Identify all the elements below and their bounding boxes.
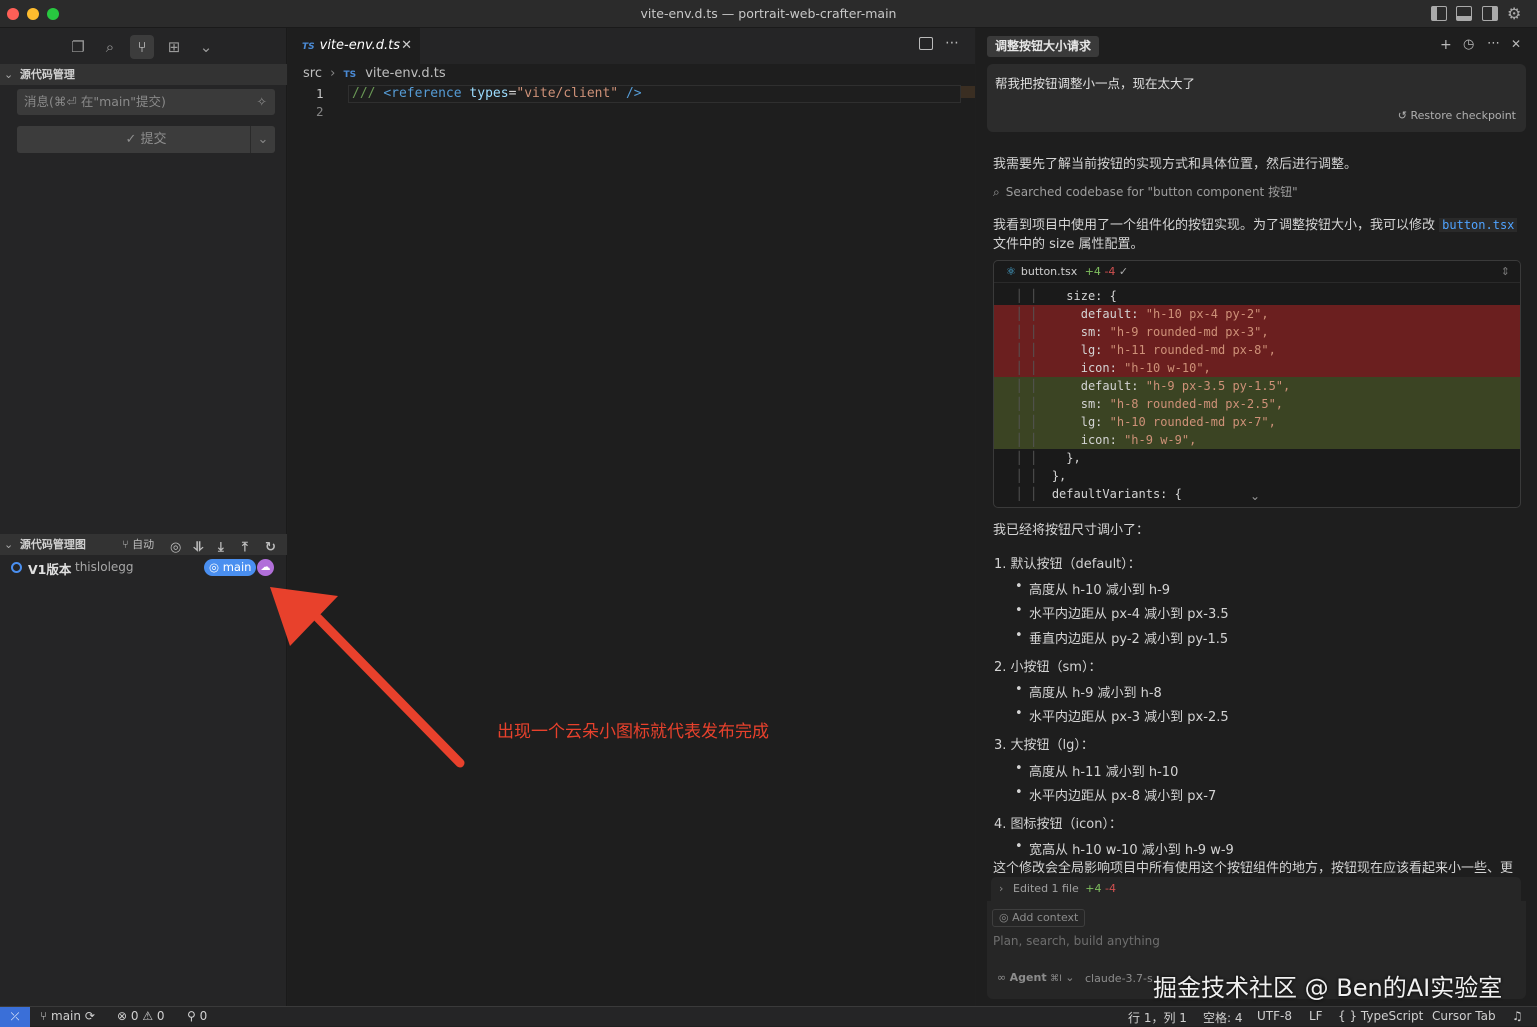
annotation-arrow-shaft bbox=[313, 613, 465, 768]
annotation-text: 出现一个云朵小图标就代表发布完成 bbox=[497, 722, 769, 742]
annotation-arrow bbox=[270, 587, 465, 768]
annotation-arrow-head bbox=[270, 587, 338, 646]
watermark: 掘金技术社区 @ Ben的AI实验室 bbox=[1153, 974, 1503, 1002]
